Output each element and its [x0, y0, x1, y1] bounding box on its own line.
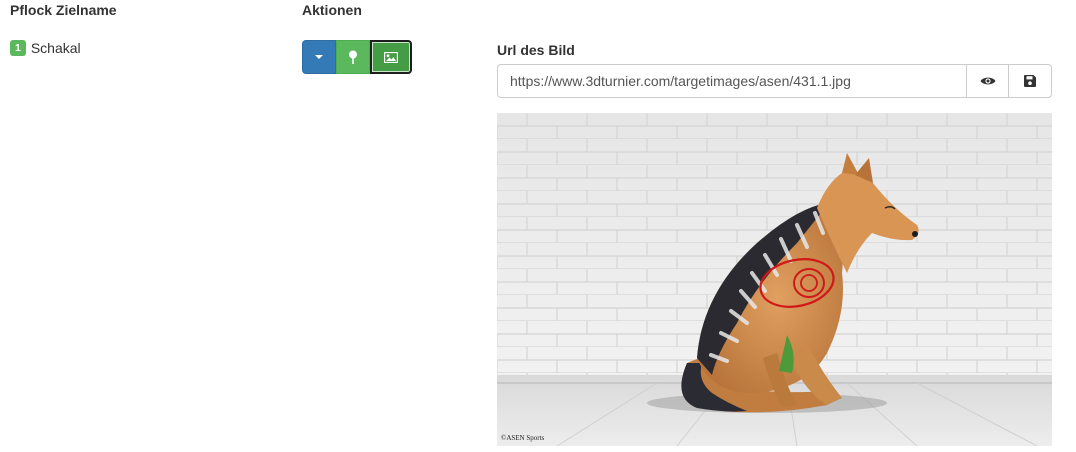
dropdown-toggle-button[interactable] [302, 40, 336, 74]
picture-icon [384, 51, 398, 63]
image-button[interactable] [370, 40, 412, 74]
image-credit: ©ASEN Sports [501, 434, 545, 442]
target-name: Schakal [30, 40, 81, 56]
location-button[interactable] [336, 40, 370, 74]
map-marker-icon [349, 50, 357, 64]
table-row: 1 Schakal [10, 40, 81, 56]
eye-icon [980, 77, 995, 85]
caret-down-icon [315, 55, 323, 59]
save-url-button[interactable] [1009, 64, 1052, 98]
column-header-stake-target: Pflock Zielname [10, 2, 117, 18]
view-image-button[interactable] [966, 64, 1009, 98]
column-header-actions: Aktionen [302, 2, 362, 18]
target-image-preview: ©ASEN Sports [497, 113, 1052, 446]
image-url-label: Url des Bild [497, 42, 575, 58]
image-url-input[interactable] [497, 64, 966, 98]
action-button-group [302, 40, 412, 74]
image-url-input-group [497, 64, 1052, 98]
jackal-target-image [497, 113, 1052, 446]
floppy-disk-icon [1024, 75, 1036, 87]
stake-number-badge: 1 [10, 40, 26, 56]
